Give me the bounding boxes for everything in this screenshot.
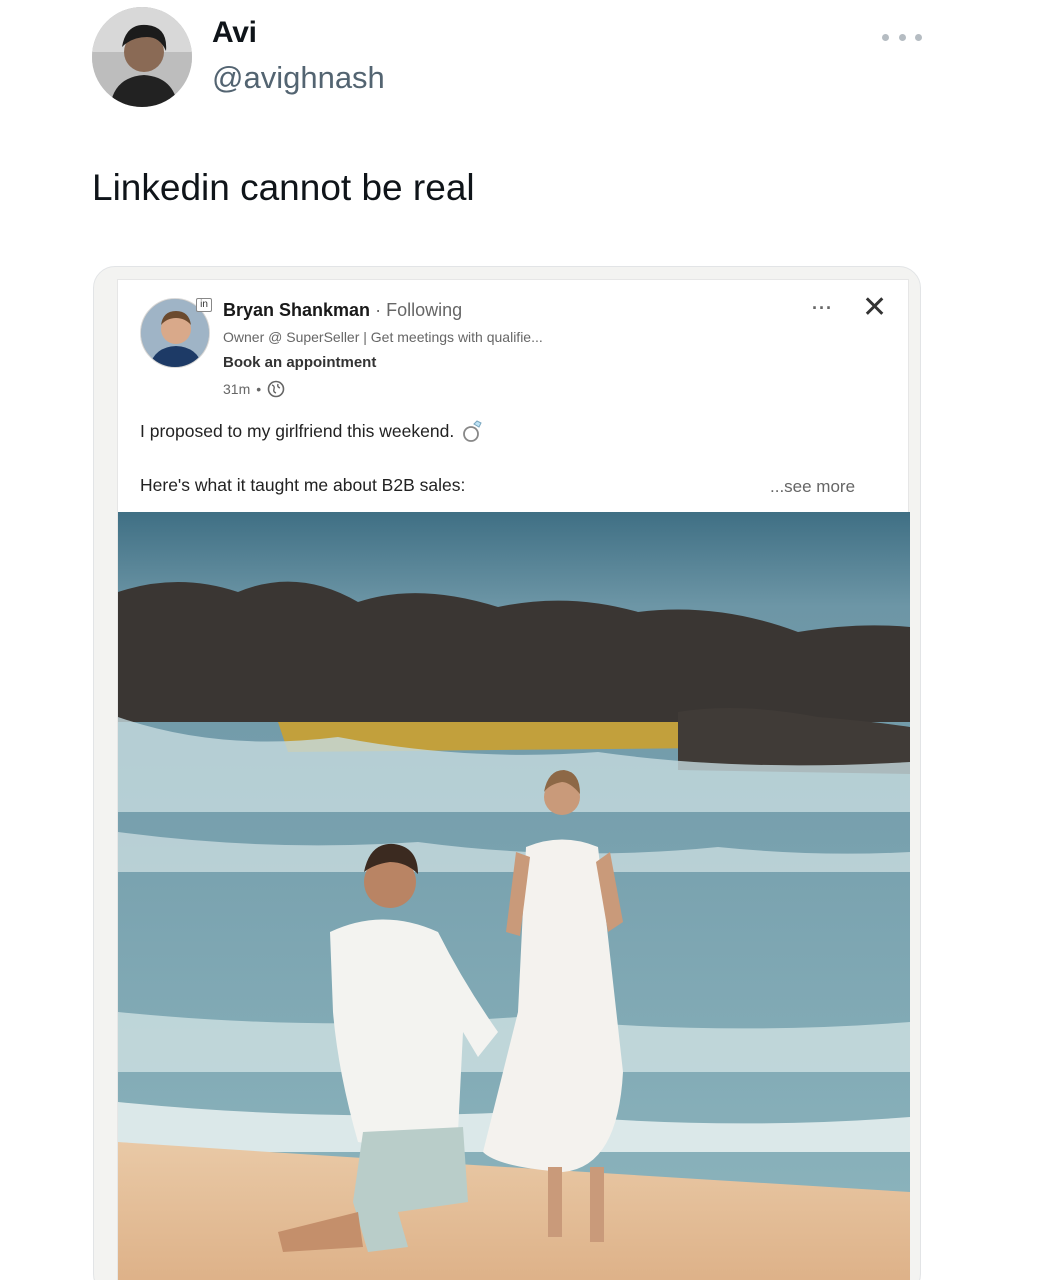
post-text-line1-row: I proposed to my girlfriend this weekend… — [140, 418, 486, 444]
tweet-author-avatar[interactable] — [92, 7, 192, 107]
post-time-row: 31m • — [223, 380, 285, 398]
time-separator: • — [256, 381, 262, 397]
dot — [882, 33, 889, 41]
more-dots-icon[interactable] — [882, 22, 922, 52]
tweet-handle[interactable]: @avighnash — [212, 60, 385, 96]
post-time: 31m — [223, 381, 251, 397]
linkedin-author-headline: Owner @ SuperSeller | Get meetings with … — [223, 329, 543, 345]
ring-icon — [463, 420, 482, 442]
post-text-line1: I proposed to my girlfriend this weekend… — [140, 420, 455, 441]
name-separator: · — [375, 300, 382, 320]
tweet-text: Linkedin cannot be real — [92, 167, 475, 208]
post-text-line2: Here's what it taught me about B2B sales… — [140, 475, 466, 495]
linkedin-post: in Bryan Shankman · Following Owner @ Su… — [117, 279, 910, 1280]
linkedin-badge: in — [196, 298, 212, 312]
close-icon[interactable]: ✕ — [862, 290, 887, 325]
tweet-display-name[interactable]: Avi — [212, 16, 257, 50]
book-appointment-link[interactable]: Book an appointment — [223, 354, 376, 371]
dot — [915, 33, 922, 41]
linkedin-more-menu[interactable]: ··· — [812, 298, 833, 319]
globe-icon — [267, 380, 285, 398]
proposal-photo[interactable] — [118, 512, 910, 1280]
linkedin-author-row: Bryan Shankman · Following — [223, 300, 462, 321]
see-more-link[interactable]: ...see more — [770, 477, 855, 497]
linkedin-author-name[interactable]: Bryan Shankman — [223, 300, 370, 320]
tweet-media-card[interactable]: in Bryan Shankman · Following Owner @ Su… — [93, 266, 921, 1280]
follow-status[interactable]: Following — [386, 300, 462, 320]
dot — [898, 33, 906, 41]
